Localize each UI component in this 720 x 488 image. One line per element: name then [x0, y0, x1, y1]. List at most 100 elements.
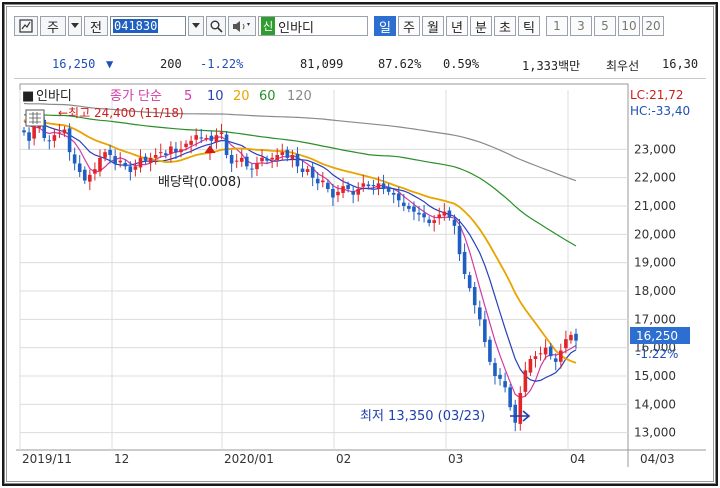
interval-20-button[interactable]: 20 — [642, 16, 664, 36]
legend-color-chip: ■ — [22, 89, 34, 104]
candle-body — [270, 157, 274, 160]
price-chart[interactable]: 23,000 22,000 21,000 20,000 19,000 18,000 17,0… — [16, 82, 706, 468]
candle-body — [204, 138, 209, 139]
down-arrow-icon: ▼ — [106, 57, 114, 71]
candle-body — [285, 149, 290, 158]
candle-body — [396, 193, 401, 201]
candle-body — [52, 135, 57, 141]
interval-5-button[interactable]: 5 — [594, 16, 616, 36]
price-tick-label: 15,000 — [634, 369, 676, 383]
period-second-tab[interactable]: 초 — [494, 16, 516, 36]
candle-body — [315, 178, 320, 184]
search-icon[interactable] — [206, 16, 226, 36]
mode-button[interactable]: 전 — [84, 16, 108, 36]
candle-body — [548, 346, 553, 357]
low-price-annotation: 최저 13,350 (03/23) — [360, 409, 485, 424]
candle-body — [163, 153, 168, 155]
current-price-tag-value: 16,250 — [636, 329, 678, 343]
candle-body — [331, 189, 335, 198]
date-tick-label: 2019/11 — [22, 452, 72, 466]
code-dropdown-icon[interactable] — [188, 16, 204, 36]
candle-body — [457, 225, 462, 255]
interval-10-button[interactable]: 10 — [618, 16, 640, 36]
candle-body — [209, 135, 214, 141]
candle-body — [417, 212, 421, 215]
date-tick-label: 2020/01 — [224, 452, 274, 466]
candle-body — [62, 129, 67, 134]
dividend-annotation: 배당락(0.008) — [158, 175, 241, 190]
candle-body — [179, 149, 183, 153]
type-label: 주 — [47, 20, 59, 36]
current-price: 16,250 — [52, 57, 96, 71]
candle-body — [518, 393, 523, 424]
candle-body — [128, 166, 133, 172]
candle-body — [391, 192, 396, 195]
ma-line-60 — [23, 114, 577, 247]
candle-body — [88, 174, 92, 182]
candle-body — [300, 168, 305, 172]
interval-3-button[interactable]: 3 — [570, 16, 592, 36]
date-axis: 2019/11 12 2020/01 02 03 04 04/03 — [22, 452, 675, 466]
legend-ma-60: 60 — [259, 89, 276, 104]
candle-body — [427, 219, 431, 223]
candle-body — [123, 162, 128, 167]
toolbar: 주 전 041830 신 인바디 일 주 월 년 분 초 틱 1 3 5 10 … — [14, 12, 706, 40]
candle-body — [290, 155, 295, 159]
candle-body — [326, 182, 330, 189]
candle-body — [239, 157, 244, 162]
ma-line-5 — [23, 120, 577, 399]
candle-body — [402, 202, 406, 206]
candle-body — [194, 135, 198, 140]
candle-body — [472, 287, 477, 306]
candle-body — [310, 166, 315, 178]
candle-body — [22, 130, 26, 133]
high-price-annotation: ←최고 24,400 (11/18) — [58, 106, 184, 120]
candle-body — [280, 152, 285, 155]
candle-body — [32, 126, 36, 139]
candle-body — [265, 158, 269, 161]
candle-body — [437, 214, 442, 218]
chart-settings-icon[interactable] — [14, 16, 38, 36]
plot-border — [19, 83, 629, 451]
period-month-tab[interactable]: 월 — [422, 16, 444, 36]
candle-body — [229, 155, 234, 164]
speaker-icon[interactable] — [228, 16, 256, 36]
candle-body — [442, 211, 447, 216]
price-tick-label: 20,000 — [634, 227, 676, 241]
candle-body — [320, 180, 325, 183]
period-week-tab[interactable]: 주 — [398, 16, 420, 36]
interval-1-button[interactable]: 1 — [546, 16, 568, 36]
candle-body — [513, 404, 518, 423]
date-tick-label: 02 — [336, 452, 351, 466]
period-minute-tab[interactable]: 분 — [470, 16, 492, 36]
candle-body — [493, 362, 497, 376]
stock-code-input[interactable]: 041830 — [110, 16, 186, 36]
candle-body — [103, 152, 107, 158]
candle-body — [356, 189, 361, 195]
chevron-down-icon[interactable] — [68, 16, 82, 36]
candle-body — [143, 156, 148, 161]
candle-body — [528, 359, 533, 373]
stock-name-field[interactable]: 신 인바디 — [258, 16, 368, 36]
candle-body — [113, 156, 117, 164]
period-year-tab[interactable]: 년 — [446, 16, 468, 36]
period-tick-tab[interactable]: 틱 — [518, 16, 540, 36]
candle-body — [341, 186, 345, 193]
candle-body — [467, 275, 472, 289]
trading-volume: 81,099 — [300, 57, 344, 71]
candle-body — [381, 183, 386, 189]
period-day-tab[interactable]: 일 — [374, 16, 396, 36]
candle-body — [386, 186, 391, 192]
mode-label: 전 — [90, 20, 102, 36]
grid-toggle-icon[interactable] — [25, 109, 45, 127]
type-selector[interactable]: 주 — [40, 16, 66, 36]
candle-body — [488, 339, 492, 362]
candle-body — [336, 191, 340, 196]
candle-body — [27, 132, 31, 141]
candle-body — [351, 191, 355, 195]
candle-body — [503, 381, 507, 388]
candle-body — [574, 333, 578, 341]
candle-body — [533, 356, 538, 359]
price-tick-label: 14,000 — [634, 397, 676, 411]
legend-ma-120: 120 — [287, 89, 312, 104]
